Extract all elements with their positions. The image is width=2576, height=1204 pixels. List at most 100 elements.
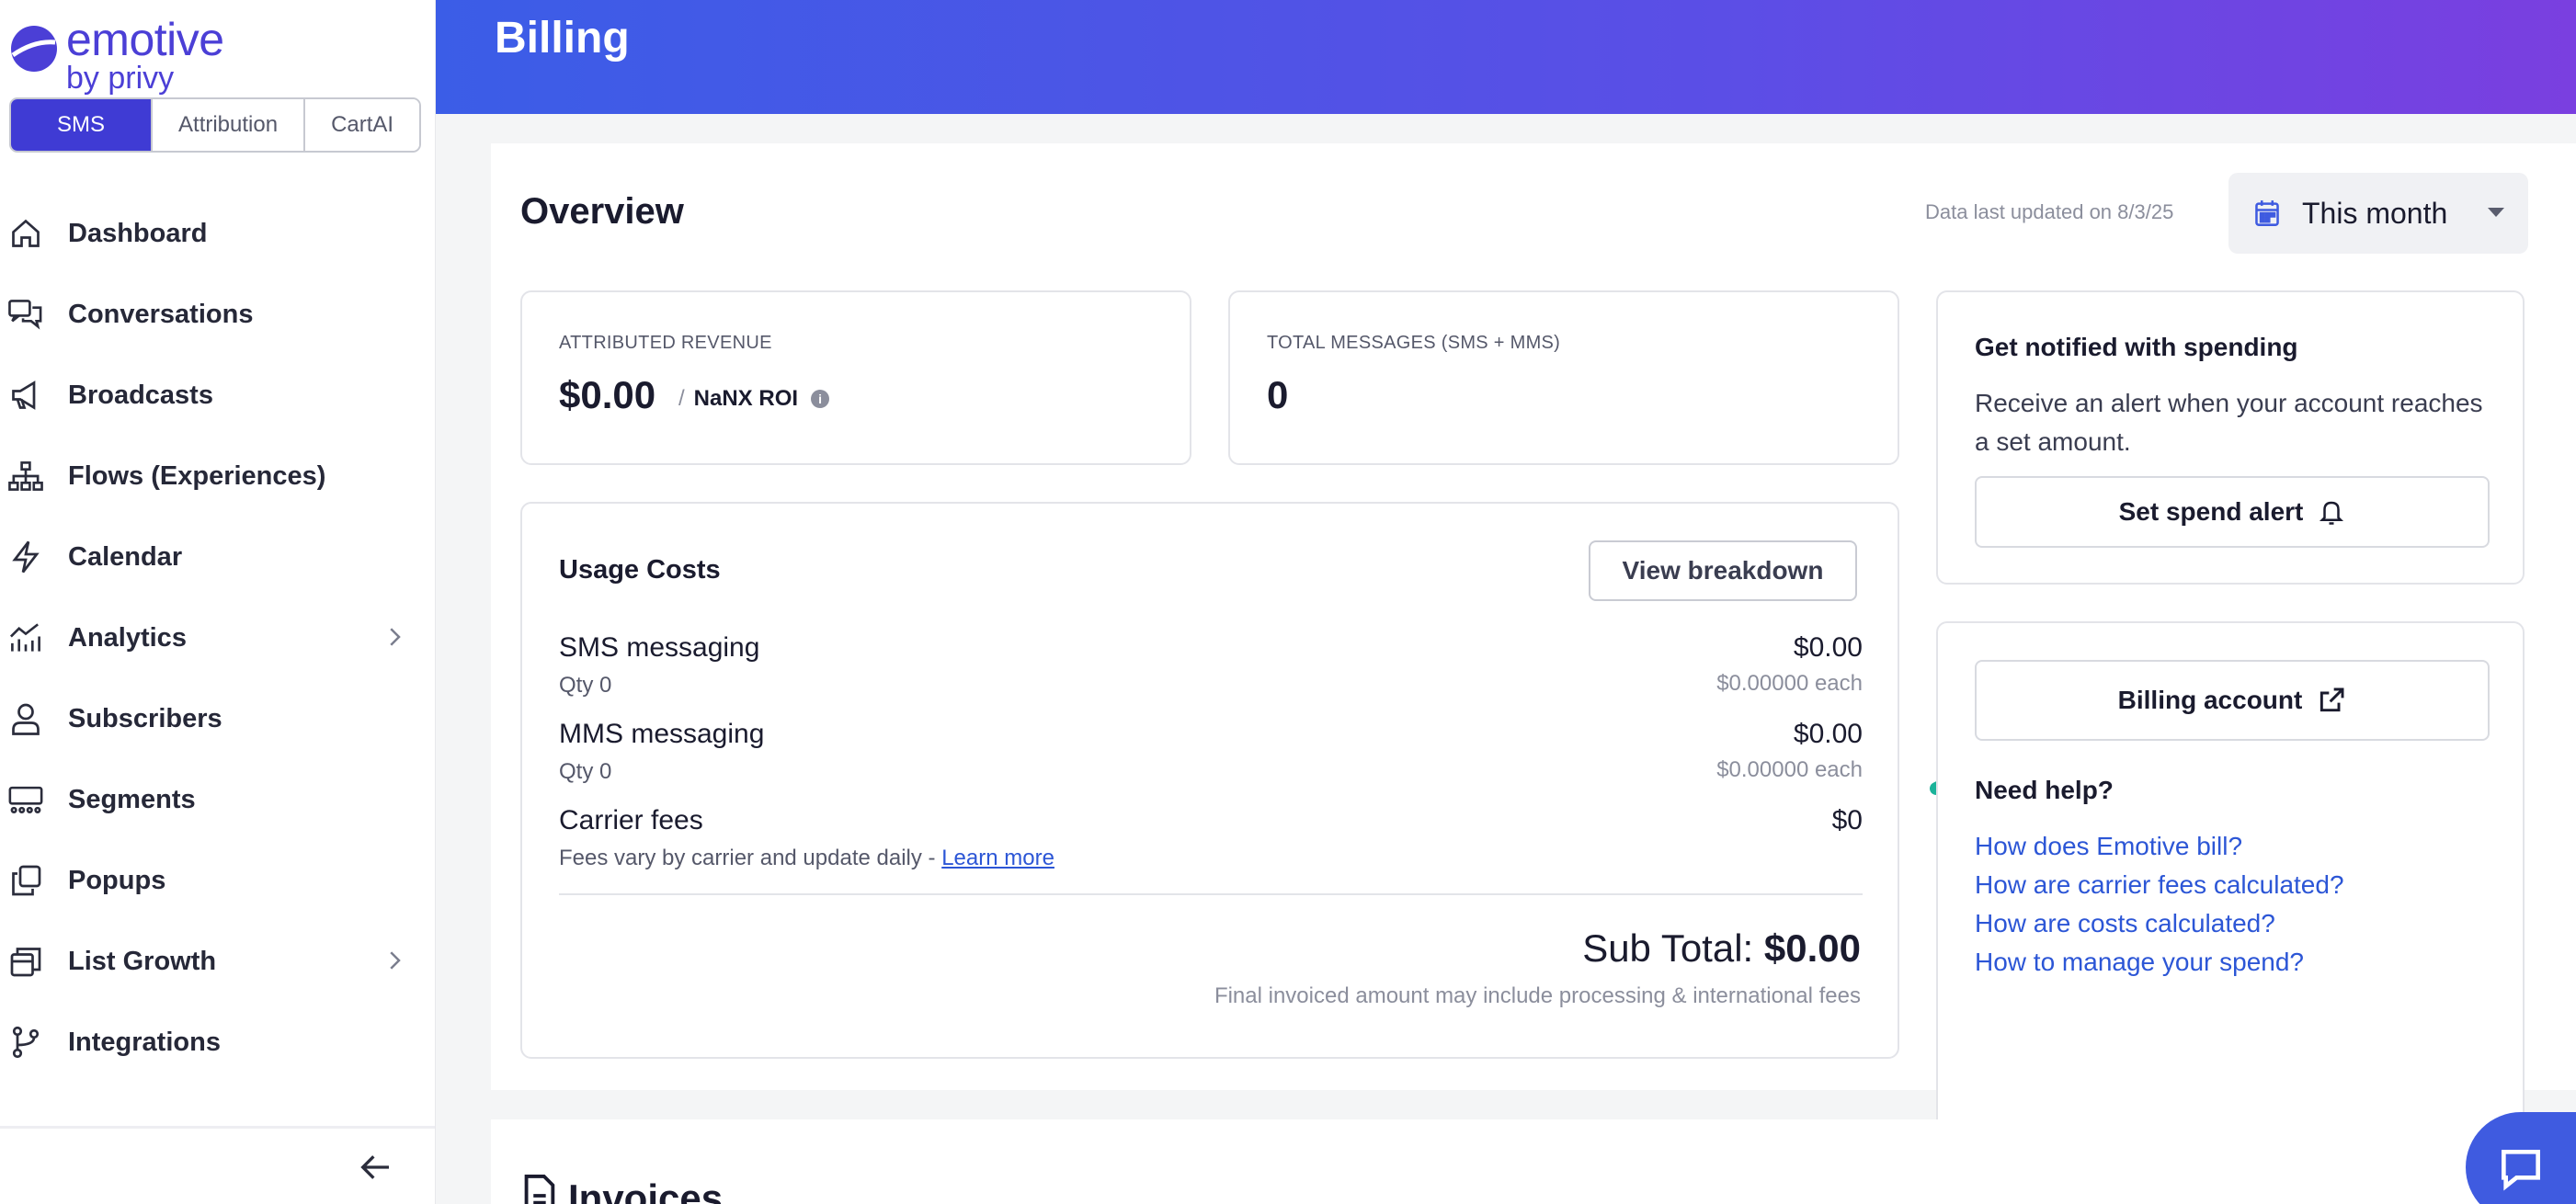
bell-icon xyxy=(2320,501,2344,525)
chat-bubble-icon xyxy=(2502,1150,2540,1191)
attributed-revenue-card: ATTRIBUTED REVENUE $0.00 / NaNX ROI i xyxy=(520,290,1191,465)
sidebar-item-label: Dashboard xyxy=(68,218,208,248)
flow-icon xyxy=(7,458,44,494)
popups-icon xyxy=(7,862,44,899)
line-item-qty: Qty 0 xyxy=(559,673,612,698)
chevron-right-icon xyxy=(390,628,401,646)
billing-account-label: Billing account xyxy=(2117,686,2303,714)
sidebar-item-label: Broadcasts xyxy=(68,380,213,410)
sidebar-item-subscribers[interactable]: Subscribers xyxy=(0,678,435,759)
roi-value: NaNX ROI xyxy=(693,386,799,411)
sidebar-item-popups[interactable]: Popups xyxy=(0,840,435,921)
info-icon[interactable]: i xyxy=(811,390,830,408)
arrow-left-icon[interactable] xyxy=(357,1149,393,1186)
megaphone-icon xyxy=(7,377,44,414)
overview-panel: Overview Data last updated on 8/3/25 Thi… xyxy=(491,143,2576,1158)
list-growth-icon xyxy=(7,943,44,980)
line-item-price: $0 xyxy=(1831,805,1863,835)
help-link-bill[interactable]: How does Emotive bill? xyxy=(1975,827,2344,866)
billing-account-button[interactable]: Billing account xyxy=(1975,660,2490,741)
home-icon xyxy=(7,215,44,252)
branch-icon xyxy=(7,1024,44,1061)
nav-scroll-fade xyxy=(0,1085,435,1121)
overview-title: Overview xyxy=(520,191,684,232)
metric-label: ATTRIBUTED REVENUE xyxy=(559,333,772,353)
chart-icon xyxy=(7,619,44,656)
sidebar-item-flows[interactable]: Flows (Experiences) xyxy=(0,436,435,517)
usage-costs-card: Usage Costs View breakdown SMS messaging… xyxy=(520,502,1899,1059)
carrier-fees-note: Fees vary by carrier and update daily - xyxy=(559,846,942,870)
revenue-value: $0.00 xyxy=(559,373,656,416)
set-spend-alert-button[interactable]: Set spend alert xyxy=(1975,476,2490,548)
product-tabs: SMS Attribution CartAI xyxy=(9,97,422,153)
calendar-icon xyxy=(2255,200,2279,226)
billing-help-card: Billing account Need help? How does Emot… xyxy=(1936,621,2525,1158)
sidebar-item-dashboard[interactable]: Dashboard xyxy=(0,193,435,274)
sidebar-item-analytics[interactable]: Analytics xyxy=(0,597,435,678)
help-link-manage-spend[interactable]: How to manage your spend? xyxy=(1975,943,2344,982)
invoices-title: Invoices xyxy=(568,1176,724,1204)
lightning-icon xyxy=(7,539,44,575)
document-icon xyxy=(524,1175,555,1204)
sidebar-item-label: Popups xyxy=(68,865,166,895)
help-link-costs[interactable]: How are costs calculated? xyxy=(1975,904,2344,943)
line-item-carrier-fees: Carrier fees Fees vary by carrier and up… xyxy=(559,805,1863,871)
messages-value: 0 xyxy=(1267,373,1289,416)
logo-line2: by privy xyxy=(66,61,175,96)
sidebar-item-label: Integrations xyxy=(68,1027,221,1057)
roi-group: / NaNX ROI i xyxy=(678,386,830,412)
sidebar-item-segments[interactable]: Segments xyxy=(0,759,435,840)
set-spend-alert-label: Set spend alert xyxy=(2118,497,2304,526)
date-range-select[interactable]: This month xyxy=(2228,173,2528,254)
sidebar-item-broadcasts[interactable]: Broadcasts xyxy=(0,355,435,436)
line-item-mms: MMS messaging Qty 0 $0.00 $0.00000 each xyxy=(559,719,1863,785)
divider xyxy=(559,893,1863,895)
help-link-carrier-fees[interactable]: How are carrier fees calculated? xyxy=(1975,866,2344,904)
line-item-name: SMS messaging xyxy=(559,632,760,663)
line-item-price: $0.00 xyxy=(1793,719,1863,749)
sidebar: emotive by privy SMS Attribution CartAI … xyxy=(0,0,436,1204)
caret-down-icon xyxy=(2488,208,2504,217)
sidebar-item-label: Segments xyxy=(68,784,196,814)
page-title: Billing xyxy=(495,14,630,62)
view-breakdown-button[interactable]: View breakdown xyxy=(1589,540,1857,601)
tab-sms[interactable]: SMS xyxy=(11,99,154,151)
help-links: How does Emotive bill? How are carrier f… xyxy=(1975,827,2344,982)
date-range-label: This month xyxy=(2302,196,2448,230)
chevron-right-icon xyxy=(390,951,401,970)
line-item-name: MMS messaging xyxy=(559,719,765,749)
page-header: Billing xyxy=(436,0,2576,114)
learn-more-link[interactable]: Learn more xyxy=(941,846,1054,870)
tab-cartai[interactable]: CartAI xyxy=(305,99,420,151)
line-item-sms: SMS messaging Qty 0 $0.00 $0.00000 each xyxy=(559,632,1863,699)
line-item-unit-price: $0.00000 each xyxy=(1716,671,1863,696)
sidebar-nav: Dashboard Conversations Broadcasts Flows… xyxy=(0,193,435,1083)
chat-icon xyxy=(7,296,44,333)
subtotal: Sub Total: $0.00 xyxy=(1582,926,1861,971)
usage-costs-title: Usage Costs xyxy=(559,555,721,585)
spend-alert-title: Get notified with spending xyxy=(1975,333,2298,361)
sidebar-item-label: Subscribers xyxy=(68,703,222,733)
line-item-unit-price: $0.00000 each xyxy=(1716,757,1863,782)
sidebar-divider xyxy=(0,1126,435,1129)
total-messages-card: TOTAL MESSAGES (SMS + MMS) 0 xyxy=(1228,290,1899,465)
metric-label: TOTAL MESSAGES (SMS + MMS) xyxy=(1267,333,1561,353)
line-item-qty: Qty 0 xyxy=(559,759,612,784)
spend-alert-card: Get notified with spending Receive an al… xyxy=(1936,290,2525,585)
sidebar-item-label: Analytics xyxy=(68,622,187,653)
sidebar-item-label: Conversations xyxy=(68,299,254,329)
line-item-name: Carrier fees xyxy=(559,805,703,835)
data-updated-text: Data last updated on 8/3/25 xyxy=(1925,200,2174,223)
segments-icon xyxy=(7,781,44,818)
sidebar-item-calendar[interactable]: Calendar xyxy=(0,517,435,597)
sidebar-item-list-growth[interactable]: List Growth xyxy=(0,921,435,1002)
line-item-price: $0.00 xyxy=(1793,632,1863,663)
sidebar-item-label: Calendar xyxy=(68,541,183,572)
sidebar-item-label: List Growth xyxy=(68,946,217,976)
emotive-logo[interactable]: emotive by privy xyxy=(9,17,224,94)
tab-attribution[interactable]: Attribution xyxy=(153,99,306,151)
invoices-panel: Invoices xyxy=(491,1119,2576,1204)
sidebar-item-conversations[interactable]: Conversations xyxy=(0,274,435,355)
sidebar-item-integrations[interactable]: Integrations xyxy=(0,1002,435,1083)
sidebar-item-label: Flows (Experiences) xyxy=(68,460,326,491)
